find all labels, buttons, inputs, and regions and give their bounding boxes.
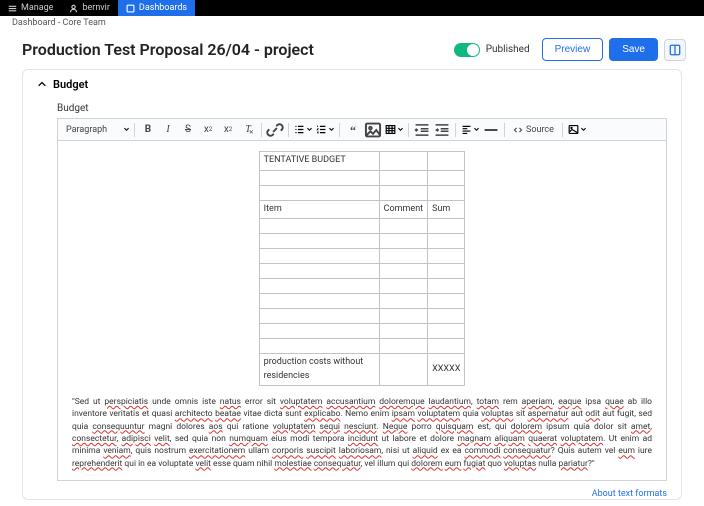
table-row: [259, 170, 465, 185]
table-row: [259, 309, 465, 324]
table-row: [259, 219, 465, 234]
hr-icon: [482, 121, 500, 139]
nav-manage[interactable]: Manage: [0, 0, 61, 16]
chevron-down-icon: [580, 126, 587, 133]
preview-button[interactable]: Preview: [542, 38, 604, 61]
outdent-icon: [413, 121, 431, 139]
body-paragraph[interactable]: "Sed ut perspiciatis unde omnis iste nat…: [72, 396, 652, 470]
table-row: [259, 339, 465, 354]
th-sum[interactable]: Sum: [428, 200, 465, 219]
table-row: ItemCommentSum: [259, 200, 465, 219]
table-row: [259, 185, 465, 200]
table-row: [259, 294, 465, 309]
td-last-sum[interactable]: XXXXX: [428, 354, 465, 386]
bullet-list-button[interactable]: [293, 124, 313, 135]
table-icon: [385, 124, 396, 135]
strike-button[interactable]: S: [179, 122, 197, 138]
columns-icon: [669, 44, 681, 56]
save-button[interactable]: Save: [609, 38, 658, 61]
table-row: [259, 279, 465, 294]
insert-button[interactable]: [567, 124, 587, 135]
chevron-down-icon: [397, 126, 404, 133]
dashboard-icon: [126, 4, 135, 13]
table-row: [259, 234, 465, 249]
bullet-list-icon: [294, 124, 305, 135]
table-caption[interactable]: TENTATIVE BUDGET: [259, 152, 379, 171]
footer-link-row: About text formats: [23, 481, 681, 499]
published-toggle[interactable]: [454, 43, 480, 57]
superscript-button[interactable]: x2: [199, 122, 217, 138]
paragraph-select[interactable]: Paragraph: [64, 125, 130, 135]
field-label: Budget: [23, 99, 681, 118]
number-list-icon: [316, 124, 327, 135]
source-button[interactable]: Source: [509, 122, 558, 138]
align-button[interactable]: [460, 124, 480, 135]
clear-format-button[interactable]: T✕: [239, 122, 257, 138]
td-last-item[interactable]: production costs without residencies: [259, 354, 379, 386]
chevron-down-icon: [473, 126, 480, 133]
indent-button[interactable]: [433, 122, 451, 138]
published-label: Published: [486, 44, 530, 55]
nav-dashboards[interactable]: Dashboards: [118, 0, 195, 16]
editor: Paragraph B I S x2 x2 T✕ “ Source: [57, 118, 667, 481]
table-row: [259, 249, 465, 264]
budget-table[interactable]: TENTATIVE BUDGET ItemCommentSum producti…: [259, 151, 466, 386]
bold-button[interactable]: B: [139, 122, 157, 138]
th-comment[interactable]: Comment: [379, 200, 427, 219]
panel-toggle-button[interactable]: [664, 39, 686, 61]
editor-content[interactable]: TENTATIVE BUDGET ItemCommentSum producti…: [57, 140, 667, 481]
table-row: TENTATIVE BUDGET: [259, 152, 465, 171]
hr-button[interactable]: [482, 122, 500, 138]
user-label: bernvir: [82, 3, 109, 13]
blockquote-button[interactable]: “: [344, 122, 362, 138]
image-button[interactable]: [364, 122, 382, 138]
budget-collapser[interactable]: Budget: [23, 70, 681, 99]
chevron-down-icon: [37, 80, 47, 90]
chevron-down-icon: [306, 126, 313, 133]
table-row: production costs without residencies XXXX…: [259, 354, 465, 386]
align-icon: [461, 124, 472, 135]
manage-label: Manage: [21, 3, 53, 13]
chevron-down-icon: [123, 126, 130, 133]
about-formats-link[interactable]: About text formats: [592, 489, 667, 499]
th-item[interactable]: Item: [259, 200, 379, 219]
editor-toolbar: Paragraph B I S x2 x2 T✕ “ Source: [57, 118, 667, 140]
title-row: Production Test Proposal 26/04 - project…: [0, 30, 704, 69]
subscript-button[interactable]: x2: [219, 122, 237, 138]
code-icon: [513, 125, 523, 135]
italic-button[interactable]: I: [159, 122, 177, 138]
link-button[interactable]: [266, 122, 284, 138]
chevron-down-icon: [328, 126, 335, 133]
nav-user[interactable]: bernvir: [61, 0, 117, 16]
dash-label: Dashboards: [139, 3, 187, 13]
insert-icon: [568, 124, 579, 135]
table-row: [259, 264, 465, 279]
link-icon: [266, 121, 284, 139]
table-button[interactable]: [384, 124, 404, 135]
outdent-button[interactable]: [413, 122, 431, 138]
page-title: Production Test Proposal 26/04 - project: [22, 40, 454, 59]
breadcrumb[interactable]: Dashboard - Core Team: [0, 16, 704, 30]
top-bar: Manage bernvir Dashboards: [0, 0, 704, 16]
budget-panel: Budget Budget Paragraph B I S x2 x2 T✕ “: [22, 69, 682, 500]
user-icon: [69, 4, 78, 13]
indent-icon: [433, 121, 451, 139]
table-row: [259, 324, 465, 339]
number-list-button[interactable]: [315, 124, 335, 135]
section-title: Budget: [53, 78, 88, 91]
image-icon: [364, 121, 382, 139]
menu-icon: [8, 4, 17, 13]
